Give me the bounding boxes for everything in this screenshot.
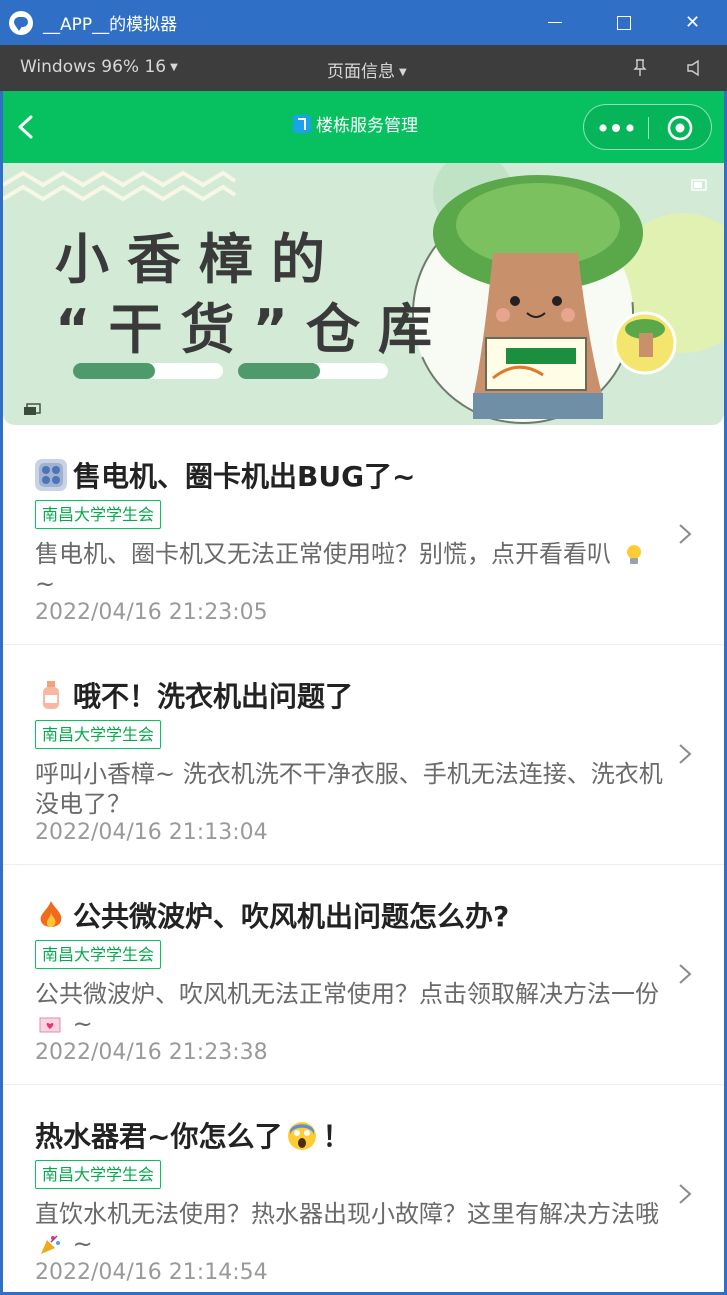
item-timestamp: 2022/04/16 21:14:54 (35, 1260, 268, 1285)
close-button[interactable]: ✕ (658, 0, 727, 45)
chevron-right-icon (679, 744, 692, 764)
navigation-bar: 楼栋服务管理 (3, 91, 724, 163)
pin-icon[interactable] (632, 59, 648, 77)
list-item[interactable]: 公共微波炉、吹风机出问题怎么办? 南昌大学学生会 公共微波炉、吹风机无法正常使用… (3, 865, 724, 1085)
banner-title-line2: “干货”仓库 (55, 298, 450, 361)
page-info-label: 页面信息 (327, 62, 395, 82)
item-title-text: 哦不！洗衣机出问题了 (73, 680, 354, 713)
article-list: 售电机、圈卡机出BUG了~ 南昌大学学生会 售电机、圈卡机又无法正常使用啦？别慌… (3, 425, 724, 1292)
item-description-tail: ~ (72, 1010, 93, 1038)
minimize-icon (547, 21, 562, 24)
simulator-toolbar: Windows 96% 16 ▼ 页面信息 ▼ (0, 45, 727, 91)
more-dots-icon[interactable] (599, 124, 635, 132)
device-selector[interactable]: Windows 96% 16 ▼ (20, 57, 178, 77)
source-tag: 南昌大学学生会 (35, 720, 162, 749)
close-miniprogram-icon[interactable] (667, 115, 693, 141)
device-selector-label: Windows 96% 16 (20, 57, 167, 77)
speaker-icon[interactable] (686, 59, 704, 77)
item-description-text: 公共微波炉、吹风机无法正常使用？点击领取解决方法一份 (35, 980, 659, 1008)
window-titlebar: __APP__的模拟器 ✕ (0, 0, 727, 45)
nav-title-text: 楼栋服务管理 (316, 116, 418, 136)
item-description: 售电机、圈卡机又无法正常使用啦？别慌，点开看看叭 ~ (35, 539, 665, 599)
caret-down-icon: ▼ (399, 66, 407, 78)
device-icon (35, 459, 67, 491)
item-description: 公共微波炉、吹风机无法正常使用？点击领取解决方法一份 ~ (35, 979, 665, 1039)
maximize-icon (616, 15, 631, 30)
source-tag: 南昌大学学生会 (35, 500, 162, 529)
maximize-button[interactable] (589, 0, 658, 45)
nav-title: 楼栋服务管理 (293, 111, 418, 136)
item-timestamp: 2022/04/16 21:23:38 (35, 1040, 268, 1065)
window-controls: ✕ (520, 0, 727, 45)
item-title: 热水器君~你怎么了 ！ (35, 1115, 350, 1155)
item-description-text: 直饮水机无法使用？热水器出现小故障？这里有解决方法哦 (35, 1200, 659, 1228)
chevron-right-icon (679, 524, 692, 544)
source-tag: 南昌大学学生会 (35, 1160, 162, 1189)
item-title-text: 售电机、圈卡机出BUG了~ (73, 460, 416, 493)
item-description-text: 售电机、圈卡机又无法正常使用啦？别慌，点开看看叭 (35, 540, 611, 568)
lotion-bottle-icon (35, 679, 67, 711)
wechat-devtools-icon (9, 10, 33, 35)
screaming-face-icon (286, 1119, 318, 1151)
page-info-selector[interactable]: 页面信息 ▼ (327, 57, 407, 82)
party-popper-icon (41, 1235, 60, 1254)
item-title: 售电机、圈卡机出BUG了~ (35, 455, 416, 495)
item-description-text: 呼叫小香樟~ 洗衣机洗不干净衣服、手机无法连接、洗衣机没电了？ (35, 760, 663, 818)
chevron-right-icon (679, 1184, 692, 1204)
love-letter-icon (39, 1017, 61, 1033)
source-tag: 南昌大学学生会 (35, 940, 162, 969)
window-title: __APP__的模拟器 (43, 15, 178, 35)
list-item[interactable]: 哦不！洗衣机出问题了 南昌大学学生会 呼叫小香樟~ 洗衣机洗不干净衣服、手机无法… (3, 645, 724, 865)
item-title-text: 热水器君~你怎么了 (35, 1120, 283, 1153)
chevron-right-icon (679, 964, 692, 984)
mini-program-viewport: 楼栋服务管理 小香樟的 “干货”仓库 售电机、圈卡机出BUG了~ 南昌大学学生会… (3, 91, 724, 1292)
item-description-tail: ~ (35, 570, 56, 598)
capsule-divider (648, 117, 649, 139)
item-description: 呼叫小香樟~ 洗衣机洗不干净衣服、手机无法连接、洗衣机没电了？ (35, 759, 665, 819)
mini-program-logo-icon (293, 114, 311, 133)
item-description-tail: ~ (72, 1230, 93, 1258)
banner-title-line1: 小香樟的 (55, 228, 343, 291)
caret-down-icon: ▼ (170, 61, 178, 73)
item-title: 哦不！洗衣机出问题了 (35, 675, 353, 715)
item-title-suffix: ！ (322, 1120, 351, 1153)
pip-icon (691, 179, 707, 191)
minimize-button[interactable] (520, 0, 589, 45)
item-timestamp: 2022/04/16 21:13:04 (35, 820, 268, 845)
item-title-text: 公共微波炉、吹风机出问题怎么办? (73, 900, 510, 933)
list-item[interactable]: 售电机、圈卡机出BUG了~ 南昌大学学生会 售电机、圈卡机又无法正常使用啦？别慌… (3, 425, 724, 645)
item-timestamp: 2022/04/16 21:23:05 (35, 600, 268, 625)
pip-icon (24, 403, 41, 415)
item-title: 公共微波炉、吹风机出问题怎么办? (35, 895, 509, 935)
banner[interactable]: 小香樟的 “干货”仓库 (3, 163, 724, 425)
back-arrow-icon[interactable] (15, 115, 37, 139)
fire-icon (35, 899, 67, 931)
lightbulb-icon (626, 545, 641, 564)
close-icon: ✕ (684, 12, 701, 33)
menu-capsule (583, 104, 712, 150)
list-item[interactable]: 热水器君~你怎么了 ！ 南昌大学学生会 直饮水机无法使用？热水器出现小故障？这里… (3, 1085, 724, 1292)
item-description: 直饮水机无法使用？热水器出现小故障？这里有解决方法哦 ~ (35, 1199, 665, 1259)
